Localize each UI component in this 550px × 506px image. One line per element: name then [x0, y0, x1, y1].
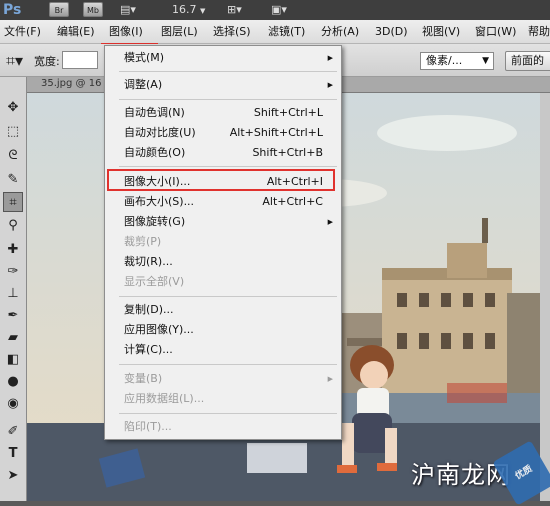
submenu-arrow-icon: ▶	[327, 375, 333, 383]
mini-bridge-button[interactable]: Mb	[83, 2, 103, 17]
eyedropper-icon[interactable]: ⚲	[3, 216, 23, 236]
menu-image[interactable]: 图像(I)	[109, 20, 143, 44]
menu-item-variables: 变量(B) ▶	[105, 369, 341, 389]
menu-item-trim[interactable]: 裁切(R)...	[105, 252, 341, 272]
application-bar: Ps Br Mb ▤▾ 16.7 ▼ ⊞▾ ▣▾	[0, 0, 550, 20]
pen-icon[interactable]: ✐	[3, 422, 23, 442]
move-icon[interactable]: ✥	[3, 98, 23, 118]
menu-separator	[119, 296, 337, 297]
menu-3d[interactable]: 3D(D)	[375, 20, 408, 44]
zoom-level[interactable]: 16.7 ▼	[172, 1, 205, 19]
menu-item-calculations[interactable]: 计算(C)...	[105, 340, 341, 360]
menu-item-auto-tone[interactable]: 自动色调(N) Shift+Ctrl+L	[105, 103, 341, 123]
submenu-arrow-icon: ▶	[327, 218, 333, 226]
image-menu-dropdown: 模式(M) ▶ 调整(A) ▶ 自动色调(N) Shift+Ctrl+L 自动对比度(…	[104, 45, 342, 440]
menu-item-apply-image[interactable]: 应用图像(Y)...	[105, 320, 341, 340]
menu-item-duplicate[interactable]: 复制(D)...	[105, 300, 341, 320]
dodge-icon[interactable]: ◉	[3, 394, 23, 414]
history-brush-icon[interactable]: ✒	[3, 306, 23, 326]
menu-item-reveal-all: 显示全部(V)	[124, 275, 185, 288]
width-label: 宽度:	[34, 55, 60, 68]
type-icon[interactable]: T	[3, 444, 23, 464]
menu-separator	[119, 71, 337, 72]
lasso-icon[interactable]: ᘓ	[3, 146, 23, 166]
menu-file[interactable]: 文件(F)	[4, 20, 41, 44]
menu-item-adjustments[interactable]: 调整(A) ▶	[105, 75, 341, 95]
chevron-down-icon: ▼	[482, 56, 489, 66]
photoshop-logo: Ps	[3, 2, 22, 18]
menu-item-canvas-size[interactable]: 画布大小(S)... Alt+Ctrl+C	[105, 192, 341, 212]
unit-select-value: 像素/...	[426, 54, 463, 67]
menu-separator	[119, 364, 337, 365]
menu-separator	[119, 99, 337, 100]
menu-layer[interactable]: 图层(L)	[161, 20, 198, 44]
healing-icon[interactable]: ✚	[3, 240, 23, 260]
width-field[interactable]	[62, 51, 98, 69]
marquee-icon[interactable]: ⬚	[3, 122, 23, 142]
screen-mode-icon[interactable]: ▣▾	[271, 2, 287, 17]
blur-icon[interactable]: ●	[3, 372, 23, 392]
menu-window[interactable]: 窗口(W)	[475, 20, 516, 44]
menu-filter[interactable]: 滤镜(T)	[268, 20, 305, 44]
submenu-arrow-icon: ▶	[327, 54, 333, 62]
resolution-unit-select[interactable]: 像素/... ▼	[420, 52, 494, 70]
quick-select-icon[interactable]: ✎	[3, 170, 23, 190]
menu-separator	[119, 166, 337, 167]
vertical-scrollbar[interactable]	[540, 93, 550, 501]
menu-help[interactable]: 帮助	[528, 20, 550, 44]
path-select-icon[interactable]: ➤	[3, 466, 23, 486]
menu-separator	[119, 413, 337, 414]
eraser-icon[interactable]: ▰	[3, 328, 23, 348]
bridge-button[interactable]: Br	[49, 2, 69, 17]
menu-item-auto-contrast[interactable]: 自动对比度(U) Alt+Shift+Ctrl+L	[105, 123, 341, 143]
menu-view[interactable]: 视图(V)	[422, 20, 460, 44]
menu-item-apply-data-set: 应用数据组(L)...	[124, 392, 205, 405]
front-image-button[interactable]: 前面的	[505, 51, 550, 71]
menu-bar: 文件(F) 编辑(E) 图像(I) 图层(L) 选择(S) 滤镜(T) 分析(A…	[0, 20, 550, 65]
menu-item-mode[interactable]: 模式(M) ▶	[105, 48, 341, 68]
image-size-highlight	[107, 169, 335, 191]
menu-analysis[interactable]: 分析(A)	[321, 20, 359, 44]
document-title: 35.jpg @ 16	[41, 78, 102, 89]
menu-item-image-rotation[interactable]: 图像旋转(G) ▶	[105, 212, 341, 232]
menu-item-crop: 裁剪(P)	[124, 235, 162, 248]
menu-edit[interactable]: 编辑(E)	[57, 20, 95, 44]
arrange-documents-icon[interactable]: ⊞▾	[227, 2, 242, 17]
stamp-icon[interactable]: ⊥	[3, 284, 23, 304]
crop-icon[interactable]: ⌗	[3, 192, 23, 212]
gradient-icon[interactable]: ◧	[3, 350, 23, 370]
submenu-arrow-icon: ▶	[327, 81, 333, 89]
crop-icon[interactable]: ⌗▾	[6, 51, 23, 71]
chevron-down-icon: ▼	[200, 7, 206, 15]
toolbox: ✥ ⬚ ᘓ ✎ ⌗ ⚲ ✚ ✑ ⊥ ✒ ▰ ◧ ● ◉ ✐ T ➤	[0, 77, 27, 501]
menu-item-trap: 陷印(T)...	[124, 420, 172, 433]
menu-select[interactable]: 选择(S)	[213, 20, 251, 44]
view-extras-icon[interactable]: ▤▾	[120, 2, 136, 17]
menu-item-auto-color[interactable]: 自动颜色(O) Shift+Ctrl+B	[105, 143, 341, 163]
brush-icon[interactable]: ✑	[3, 262, 23, 282]
